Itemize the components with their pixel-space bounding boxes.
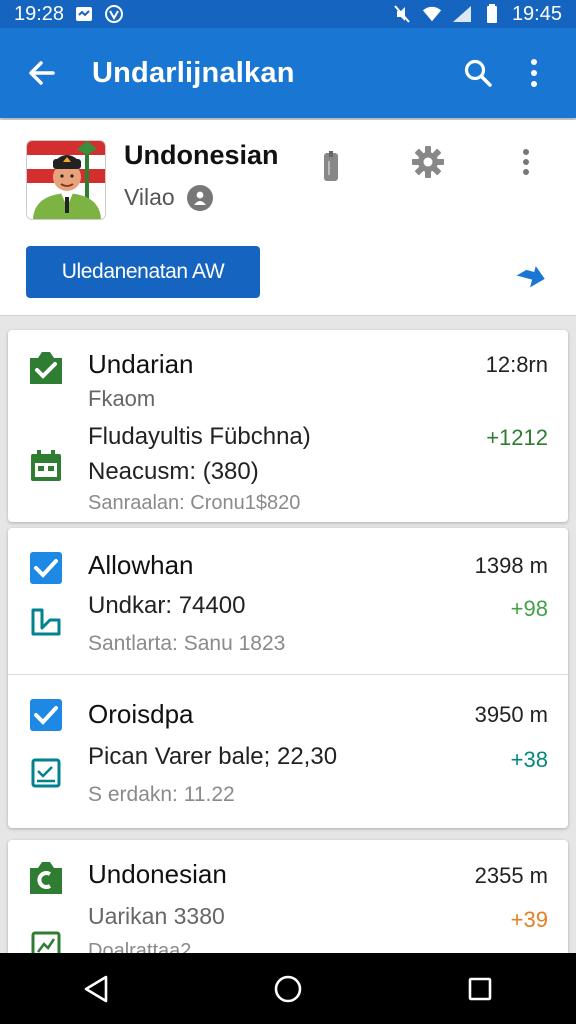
checkbox-icon[interactable] bbox=[28, 550, 64, 586]
app-bar: Undarlijnalkan bbox=[0, 28, 576, 118]
profile-subtitle-row: Vilao bbox=[124, 184, 213, 211]
entry-line-2: Neacusm: (380) bbox=[88, 458, 259, 485]
entry-delta: +98 bbox=[510, 596, 548, 621]
entry-time: 1398 m bbox=[474, 553, 548, 578]
entry-footer: S erdakn: 11.22 bbox=[88, 783, 235, 806]
entry-footer: Santlarta: Sanu 1823 bbox=[88, 632, 286, 655]
signal-icon bbox=[452, 5, 472, 23]
nav-home-button[interactable] bbox=[248, 959, 328, 1019]
entry-card: Allowhan 1398 m Undkar: 74400 +98 Santla… bbox=[8, 528, 568, 828]
settings-button[interactable] bbox=[406, 140, 450, 184]
entry-title: Undonesian bbox=[88, 859, 227, 889]
wifi-icon bbox=[422, 5, 442, 23]
app-title: Undarlijnalkan bbox=[92, 56, 295, 89]
entry-line: Undkar: 74400 bbox=[88, 592, 246, 619]
arrow-left-icon bbox=[29, 61, 55, 85]
checkbox-icon[interactable] bbox=[28, 697, 64, 733]
avatar[interactable] bbox=[26, 140, 106, 220]
entry-time: 3950 m bbox=[474, 702, 548, 727]
entry-time: 2355 m bbox=[474, 863, 548, 888]
person-icon[interactable] bbox=[186, 184, 213, 211]
search-button[interactable] bbox=[450, 45, 506, 101]
profile-name: Undonesian bbox=[124, 140, 279, 170]
entry-delta: +39 bbox=[510, 907, 548, 932]
folder-icon bbox=[28, 604, 64, 640]
entry-title: Oroisdpa bbox=[88, 699, 194, 729]
entry-line: Fludayultis Fübchna) bbox=[88, 423, 311, 450]
status-bar: 19:28 19:45 bbox=[0, 0, 576, 28]
entry-delta: +1212 bbox=[486, 425, 548, 450]
avatar-image bbox=[27, 141, 105, 219]
entry-delta: +38 bbox=[510, 747, 548, 772]
entry-line: Uarikan 3380 bbox=[88, 903, 225, 929]
entry-time: 12:8rn bbox=[485, 352, 548, 377]
calendar-icon bbox=[28, 448, 64, 484]
mute-icon bbox=[392, 5, 412, 23]
entry-title: Allowhan bbox=[88, 550, 194, 580]
check-badge-icon bbox=[28, 350, 64, 386]
chart-box-icon bbox=[28, 755, 64, 791]
triangle-back-icon bbox=[84, 975, 108, 1002]
entry-line: Pican Varer bale; 22,30 bbox=[88, 743, 338, 770]
vpn-icon bbox=[104, 5, 124, 23]
share-arrow-icon bbox=[516, 266, 545, 288]
header-more-button[interactable] bbox=[504, 140, 548, 184]
status-time-left: 19:28 bbox=[14, 2, 65, 25]
circle-home-icon bbox=[274, 975, 302, 1002]
primary-action-button[interactable]: Uledanenatan AW bbox=[26, 246, 260, 298]
back-button[interactable] bbox=[14, 45, 70, 101]
gear-icon bbox=[412, 146, 444, 178]
entry-title: Undarian bbox=[88, 349, 194, 379]
pin-icon bbox=[324, 151, 338, 181]
nav-back-button[interactable] bbox=[56, 959, 136, 1019]
overflow-menu-button[interactable] bbox=[506, 45, 562, 101]
profile-header: Undonesian Vilao Uledanenatan AW bbox=[0, 120, 576, 316]
dropbox-icon bbox=[74, 5, 94, 23]
entry-card[interactable]: Undarian 12:8rn Fkaom Fludayultis Fübchn… bbox=[8, 330, 568, 522]
nav-recents-button[interactable] bbox=[440, 959, 520, 1019]
status-time-right: 19:45 bbox=[511, 2, 562, 25]
entry-footer: Sanraalan: Cronu1$820 bbox=[88, 492, 301, 514]
system-nav-bar bbox=[0, 953, 576, 1024]
more-vert-icon bbox=[523, 149, 529, 175]
list-item[interactable]: Oroisdpa 3950 m Pican Varer bale; 22,30 … bbox=[8, 675, 568, 828]
list-item[interactable]: Allowhan 1398 m Undkar: 74400 +98 Santla… bbox=[8, 528, 568, 674]
square-recents-icon bbox=[468, 977, 492, 1000]
profile-subtitle: Vilao bbox=[124, 184, 175, 210]
pin-button[interactable] bbox=[309, 146, 353, 190]
share-button[interactable] bbox=[506, 252, 554, 300]
search-icon bbox=[464, 59, 492, 87]
more-vert-icon bbox=[531, 59, 537, 87]
battery-icon bbox=[482, 4, 502, 23]
tag-icon bbox=[28, 860, 64, 896]
entry-subtitle: Fkaom bbox=[88, 386, 156, 411]
